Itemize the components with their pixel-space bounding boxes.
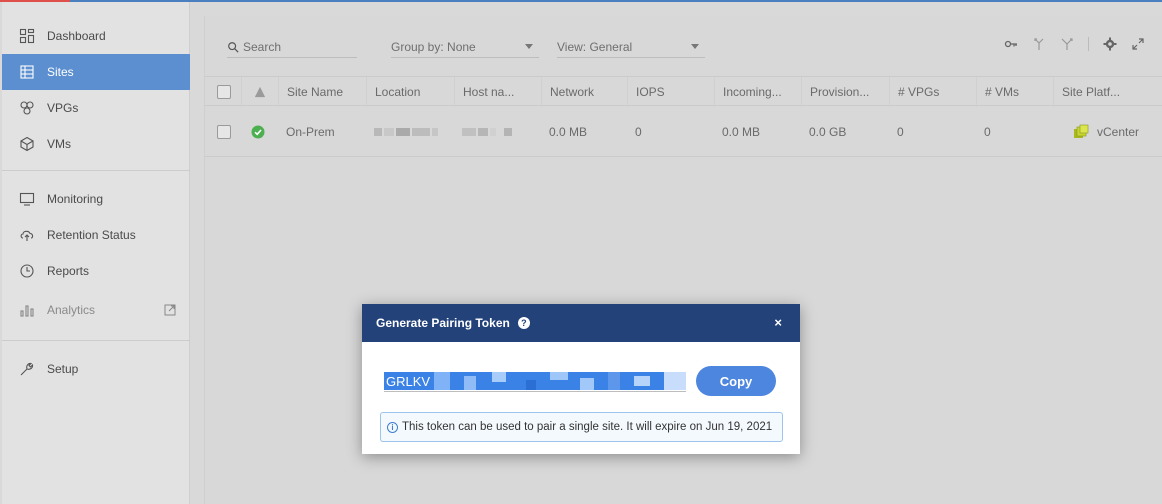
select-all-checkbox-cell[interactable] — [205, 77, 241, 107]
status-cell — [241, 107, 278, 157]
sidebar-item-label: Dashboard — [47, 29, 106, 43]
wrench-icon — [18, 360, 36, 378]
group-by-select[interactable]: Group by: None — [391, 36, 539, 58]
vpgs-cell: 0 — [897, 125, 904, 139]
token-info-text: This token can be used to pair a single … — [402, 421, 773, 433]
column-header-host-name[interactable]: Host na... — [454, 77, 541, 107]
nav-divider — [2, 170, 190, 171]
dialog-title: Generate Pairing Token — [376, 316, 510, 330]
token-prefix: GRLKV — [384, 372, 433, 390]
vpgs-icon — [18, 99, 36, 117]
merge-icon[interactable] — [1032, 37, 1046, 51]
row-checkbox[interactable] — [217, 125, 231, 139]
row-checkbox-cell[interactable] — [205, 107, 241, 157]
dashboard-icon — [18, 27, 36, 45]
provisioned-cell: 0.0 GB — [809, 125, 847, 139]
monitor-icon — [18, 190, 36, 208]
sidebar-item-reports[interactable]: Reports — [2, 253, 190, 289]
toolbar-divider — [1088, 37, 1089, 51]
toolbar-actions — [1004, 34, 1145, 54]
column-header-network[interactable]: Network — [541, 77, 627, 107]
select-all-checkbox[interactable] — [217, 85, 231, 99]
sidebar-item-label: VMs — [47, 137, 71, 151]
sidebar-item-label: Reports — [47, 264, 90, 278]
clock-icon — [18, 262, 36, 280]
vms-icon — [18, 135, 36, 153]
sidebar-item-vms[interactable]: VMs — [2, 126, 190, 162]
group-by-value: Group by: None — [391, 39, 476, 54]
incoming-cell: 0.0 MB — [722, 125, 761, 139]
gear-icon[interactable] — [1103, 37, 1117, 51]
search-placeholder: Search — [243, 39, 282, 54]
view-select[interactable]: View: General — [557, 36, 705, 58]
help-icon[interactable]: ? — [517, 317, 530, 329]
sidebar-item-sites[interactable]: Sites — [2, 54, 190, 90]
pairing-token-dialog: Generate Pairing Token ? × GRLKV Copy i … — [362, 304, 800, 454]
token-info-note: i This token can be used to pair a singl… — [380, 412, 783, 442]
column-header-incoming[interactable]: Incoming... — [714, 77, 801, 107]
column-header-site-name[interactable]: Site Name — [278, 77, 366, 107]
split-icon[interactable] — [1060, 37, 1074, 51]
sidebar-item-analytics[interactable]: Analytics — [2, 292, 190, 328]
column-header-site-platform[interactable]: Site Platf... — [1053, 77, 1162, 107]
column-header-vpgs[interactable]: # VPGs — [889, 77, 976, 107]
view-value: View: General — [557, 39, 633, 54]
sidebar-item-setup[interactable]: Setup — [2, 351, 190, 387]
table-header: Site Name Location Host na... Network IO… — [205, 76, 1162, 107]
copy-button[interactable]: Copy — [696, 366, 776, 396]
warning-icon — [254, 86, 266, 98]
sidebar-item-label: VPGs — [47, 101, 79, 115]
network-cell: 0.0 MB — [549, 125, 588, 139]
column-header-vms[interactable]: # VMs — [976, 77, 1053, 107]
sidebar-item-label: Setup — [47, 362, 79, 376]
sidebar: Dashboard Sites VPGs VMs Monitoring Rete… — [2, 2, 190, 504]
token-redacted — [430, 372, 686, 390]
chevron-down-icon — [691, 44, 699, 49]
key-icon[interactable] — [1004, 37, 1018, 51]
table-row[interactable]: On-Prem 0.0 MB 0 0.0 MB 0.0 GB 0 0 vCent… — [205, 107, 1162, 157]
location-cell-redacted — [366, 107, 440, 157]
column-header-provisioned[interactable]: Provision... — [801, 77, 889, 107]
cloud-upload-icon — [18, 226, 36, 244]
sidebar-item-vpgs[interactable]: VPGs — [2, 90, 190, 126]
sidebar-item-monitoring[interactable]: Monitoring — [2, 181, 190, 217]
sites-icon — [18, 63, 36, 81]
sidebar-item-label: Analytics — [47, 303, 96, 317]
sidebar-item-label: Retention Status — [47, 228, 136, 242]
site-name-cell[interactable]: On-Prem — [278, 107, 335, 157]
host-name-cell-redacted — [454, 107, 514, 157]
platform-cell: vCenter — [1065, 107, 1139, 157]
chevron-down-icon — [525, 44, 533, 49]
sidebar-item-label: Monitoring — [47, 192, 104, 206]
iops-cell: 0 — [635, 125, 642, 139]
dialog-header: Generate Pairing Token ? — [362, 304, 800, 342]
vcenter-icon — [1074, 124, 1089, 138]
search-icon — [228, 41, 239, 53]
analytics-icon — [18, 301, 36, 319]
external-link-icon[interactable] — [164, 304, 176, 316]
search-field[interactable]: Search — [227, 36, 357, 58]
check-circle-icon — [251, 125, 265, 139]
column-header-iops[interactable]: IOPS — [627, 77, 714, 107]
vms-cell: 0 — [984, 125, 991, 139]
token-field[interactable]: GRLKV — [384, 370, 686, 392]
sidebar-item-dashboard[interactable]: Dashboard — [2, 18, 190, 54]
alert-column-header[interactable] — [241, 77, 278, 107]
sidebar-item-retention-status[interactable]: Retention Status — [2, 217, 190, 253]
expand-icon[interactable] — [1131, 37, 1145, 51]
info-icon: i — [387, 421, 398, 433]
toolbar: Search Group by: None View: General — [205, 16, 1162, 72]
column-header-location[interactable]: Location — [366, 77, 454, 107]
close-button[interactable]: × — [774, 315, 782, 330]
sidebar-item-label: Sites — [47, 65, 74, 79]
platform-label: vCenter — [1097, 125, 1140, 139]
nav-divider — [2, 340, 190, 341]
